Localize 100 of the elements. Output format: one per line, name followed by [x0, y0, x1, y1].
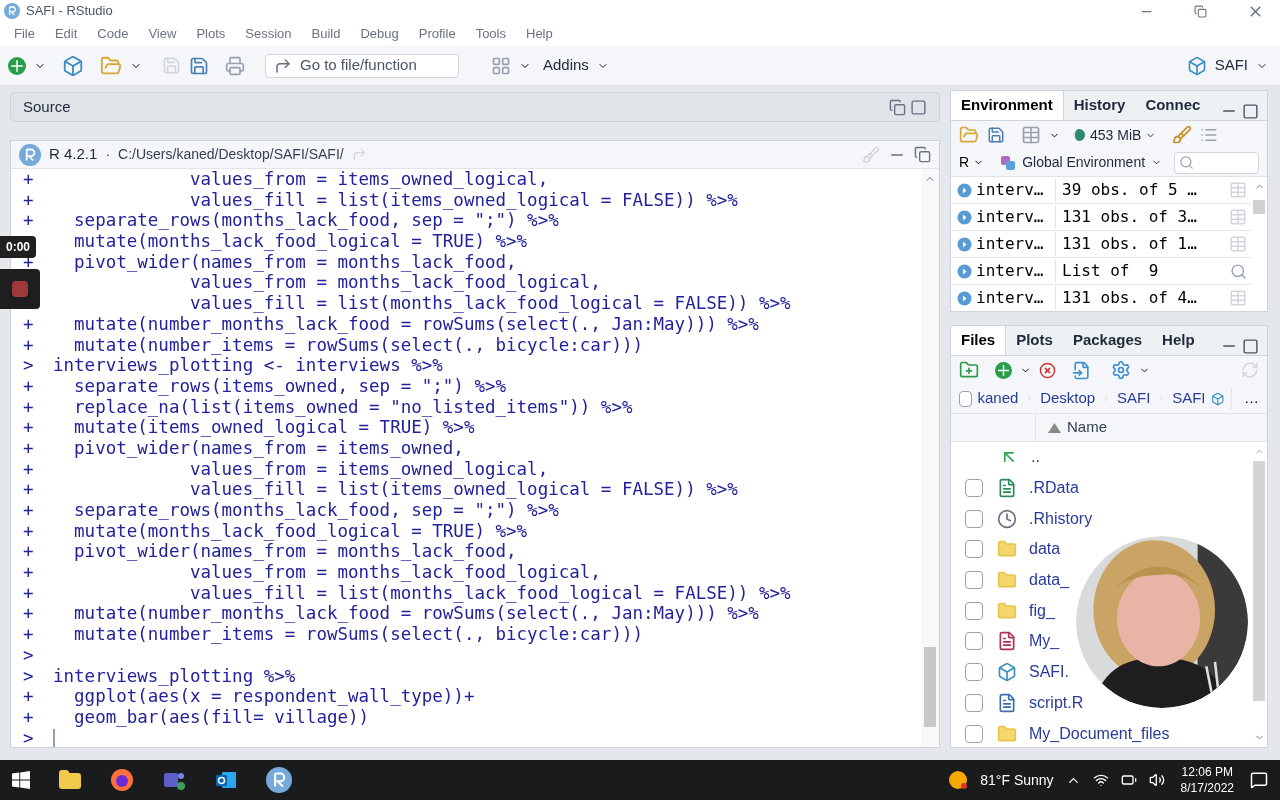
rename-icon[interactable]	[1072, 360, 1091, 380]
battery-icon[interactable]	[1120, 772, 1137, 788]
menu-item[interactable]: Edit	[44, 24, 88, 44]
expand-object-icon[interactable]	[957, 182, 972, 198]
save-all-icon[interactable]	[189, 55, 209, 76]
menu-item[interactable]: Build	[301, 24, 351, 44]
file-link[interactable]: data	[1029, 537, 1061, 562]
clear-workspace-icon[interactable]	[1172, 125, 1193, 145]
start-button-icon[interactable]	[12, 771, 30, 789]
environment-scope-menu[interactable]: Global Environment	[1000, 152, 1163, 173]
stop-recording-button[interactable]	[0, 269, 40, 309]
menu-item[interactable]: View	[138, 24, 187, 44]
new-file-icon[interactable]	[8, 56, 26, 75]
view-list-search-icon[interactable]	[1230, 262, 1247, 280]
expand-object-icon[interactable]	[957, 263, 972, 279]
parent-folder-link[interactable]: ..	[1031, 445, 1040, 470]
file-checkbox[interactable]	[965, 724, 983, 743]
save-workspace-icon[interactable]	[987, 126, 1005, 144]
console-code-line: mutate(number_months_lack_food = rowSums(select(., Jan:May))) %>%	[73, 603, 759, 625]
import-dataset-icon[interactable]	[1021, 125, 1041, 145]
file-link[interactable]: fig_	[1029, 598, 1055, 623]
menu-item[interactable]: Profile	[408, 24, 466, 44]
delete-icon[interactable]	[1039, 361, 1056, 379]
project-cube-icon	[997, 662, 1017, 683]
pane-title: Source	[23, 96, 71, 117]
file-explorer-icon[interactable]	[58, 768, 82, 792]
volume-icon[interactable]	[1148, 772, 1165, 788]
file-link[interactable]: .Rhistory	[1029, 506, 1093, 531]
file-link[interactable]: data_	[1029, 568, 1070, 593]
network-icon[interactable]	[1092, 772, 1109, 788]
new-folder-icon[interactable]	[959, 360, 979, 380]
pane-tab[interactable]: Plots	[1006, 326, 1063, 355]
restore-pane-icon[interactable]	[914, 146, 931, 163]
new-project-icon[interactable]	[62, 54, 84, 77]
console-code-line: values_from = months_lack_food_logical,	[188, 272, 601, 294]
console-prompt: +	[23, 541, 34, 563]
settings-icon[interactable]	[1111, 360, 1131, 380]
breadcrumb-link[interactable]: kaned	[977, 387, 1019, 410]
file-checkbox[interactable]	[965, 479, 983, 498]
more-path-button[interactable]: …	[1231, 387, 1259, 410]
menu-item[interactable]: Tools	[465, 24, 516, 44]
menu-item[interactable]: Code	[87, 24, 139, 44]
select-all-checkbox[interactable]	[959, 390, 972, 407]
print-icon[interactable]	[225, 55, 245, 76]
expand-object-icon[interactable]	[957, 290, 972, 306]
pane-layout-icon[interactable]	[491, 55, 511, 76]
scrollbar-thumb[interactable]	[924, 647, 936, 727]
clock[interactable]: 12:06 PM 8/17/2022	[1176, 764, 1238, 796]
project-cube-icon	[1186, 55, 1207, 76]
maximize-pane-icon[interactable]	[910, 98, 927, 116]
file-link[interactable]: .RData	[1029, 476, 1079, 501]
language-menu[interactable]: R	[959, 152, 985, 173]
breadcrumb-link[interactable]: SAFI	[1117, 387, 1151, 410]
view-list-icon[interactable]	[1200, 126, 1219, 144]
restore-pane-icon[interactable]	[889, 98, 906, 116]
file-link[interactable]: SAFI.	[1029, 660, 1069, 685]
file-checkbox[interactable]	[965, 540, 983, 559]
pane-tab[interactable]: History	[1063, 91, 1136, 120]
file-link[interactable]: My_	[1029, 629, 1060, 654]
project-menu[interactable]: SAFI	[1186, 54, 1272, 77]
file-checkbox[interactable]	[965, 632, 983, 651]
file-checkbox[interactable]	[965, 571, 983, 590]
console-code-line: separate_rows(items_owned, sep = ";") %>%	[73, 375, 507, 397]
load-workspace-icon[interactable]	[959, 125, 979, 145]
file-link[interactable]: script.R	[1029, 690, 1084, 715]
file-link[interactable]: My_Document_files	[1029, 721, 1170, 746]
menu-item[interactable]: Session	[235, 24, 302, 44]
breadcrumb-link[interactable]: SAFI	[1172, 387, 1206, 410]
scrollbar-thumb[interactable]	[1253, 461, 1265, 701]
pane-tab[interactable]: Packages	[1062, 326, 1153, 355]
scrollbar-thumb[interactable]	[1253, 200, 1265, 214]
browser-icon[interactable]	[110, 768, 134, 792]
environment-search-field[interactable]	[1174, 151, 1259, 174]
maximize-pane-icon[interactable]	[1242, 102, 1259, 120]
menu-item[interactable]: Debug	[350, 24, 409, 44]
new-blank-file-icon[interactable]	[995, 361, 1012, 379]
go-to-file-field[interactable]: Go to file/function	[265, 53, 459, 78]
menu-item[interactable]: File	[4, 24, 45, 44]
name-column-header[interactable]: Name	[1048, 416, 1107, 439]
window-title: SAFI - RStudio	[26, 2, 113, 21]
expand-object-icon[interactable]	[957, 236, 972, 252]
file-checkbox[interactable]	[965, 601, 983, 620]
console-prompt: +	[23, 458, 34, 480]
console-prompt: +	[23, 396, 34, 418]
addins-menu[interactable]: Addins	[543, 54, 609, 77]
pane-tab[interactable]: Help	[1152, 326, 1205, 355]
pane-tab[interactable]: Connec	[1135, 91, 1211, 120]
file-checkbox[interactable]	[965, 509, 983, 528]
notifications-icon[interactable]	[1250, 771, 1268, 789]
pane-tab[interactable]: Files	[951, 326, 1007, 355]
menu-item[interactable]: Help	[516, 24, 563, 44]
file-checkbox[interactable]	[965, 663, 983, 682]
file-checkbox[interactable]	[965, 693, 983, 712]
pane-tab[interactable]: Environment	[951, 91, 1064, 120]
expand-object-icon[interactable]	[957, 209, 972, 225]
open-file-icon[interactable]	[100, 54, 122, 77]
menu-item[interactable]: Plots	[186, 24, 236, 44]
breadcrumb-link[interactable]: Desktop	[1040, 387, 1096, 410]
maximize-pane-icon[interactable]	[1242, 337, 1259, 355]
restore-icon[interactable]	[1194, 4, 1207, 18]
